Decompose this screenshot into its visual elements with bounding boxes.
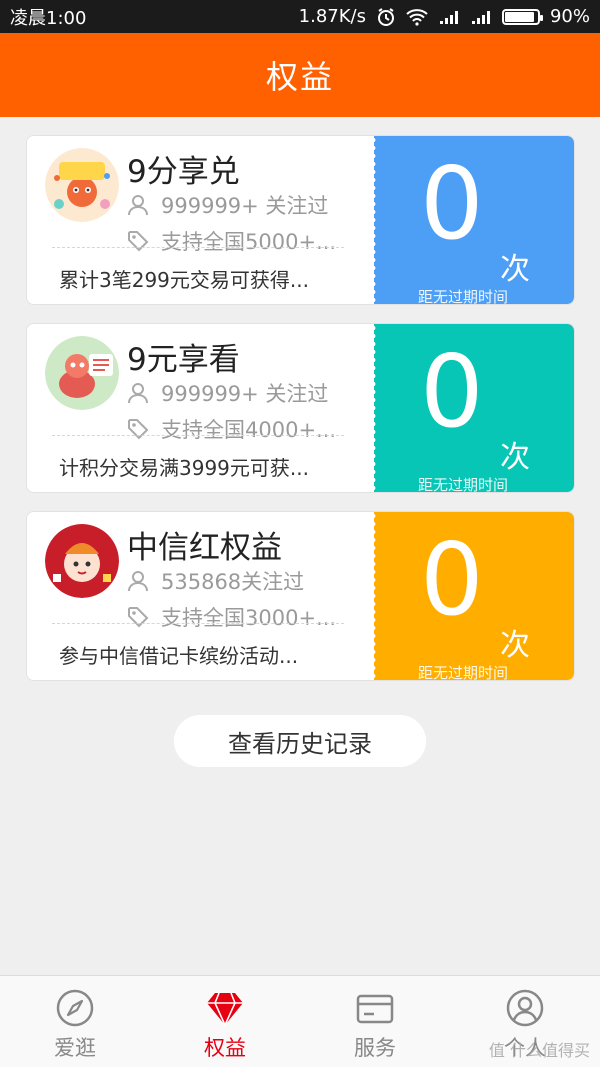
page-title: 权益 bbox=[265, 58, 334, 96]
alarm-icon bbox=[377, 7, 394, 26]
card-count: 0 bbox=[420, 521, 484, 638]
card-avatar bbox=[45, 336, 119, 410]
card-follow: 999999+ 关注过 bbox=[127, 378, 328, 408]
tab-label: 服务 bbox=[354, 1036, 396, 1060]
card-expire: 距无过期时间 bbox=[418, 288, 509, 305]
watermark: 值 什么值得买 bbox=[488, 1041, 590, 1060]
tab-browse[interactable]: 爱逛 bbox=[0, 976, 150, 1067]
card-desc: 计积分交易满3999元可获... bbox=[59, 456, 309, 480]
card-follow-text: 999999+ 关注过 bbox=[161, 382, 329, 406]
card-follow: 535868关注过 bbox=[127, 566, 304, 596]
card-info: 中信红权益 535868关注过 支持全国3000+... 参与中信借记卡缤纷活动… bbox=[27, 512, 374, 680]
card-divider bbox=[52, 435, 344, 436]
card-count-panel[interactable]: 0 次 距无过期时间 bbox=[373, 324, 574, 493]
card-expire: 距无过期时间 bbox=[418, 476, 509, 493]
card-follow: 999999+ 关注过 bbox=[127, 190, 328, 220]
wifi-icon bbox=[406, 8, 428, 26]
status-time: 凌晨1:00 bbox=[10, 7, 87, 29]
card-support-text: 支持全国3000+... bbox=[161, 606, 337, 630]
card-divider bbox=[52, 623, 344, 624]
signal-icon bbox=[439, 10, 458, 24]
person-icon bbox=[506, 989, 544, 1027]
card-count: 0 bbox=[420, 145, 484, 262]
tag-icon bbox=[128, 419, 149, 440]
card-unit: 次 bbox=[500, 440, 530, 475]
tag-icon bbox=[128, 607, 149, 628]
card-divider bbox=[52, 247, 344, 248]
card-support-text: 支持全国5000+... bbox=[161, 230, 337, 254]
card-unit: 次 bbox=[500, 628, 530, 663]
card-count-panel[interactable]: 0 次 距无过期时间 bbox=[373, 136, 574, 305]
card-desc: 累计3笔299元交易可获得... bbox=[59, 268, 309, 292]
signal-icon-2 bbox=[471, 10, 490, 24]
person-icon bbox=[128, 571, 148, 592]
card-follow-text: 999999+ 关注过 bbox=[161, 194, 329, 218]
card-support: 支持全国4000+... bbox=[127, 414, 336, 444]
view-history-button[interactable]: 查看历史记录 bbox=[174, 715, 426, 767]
tag-icon bbox=[128, 231, 149, 252]
person-icon bbox=[128, 383, 148, 404]
card-title: 中信红权益 bbox=[127, 530, 282, 566]
benefit-card-1[interactable]: 9分享兑 999999+ 关注过 支持全国5000+... 累计3笔299元交易… bbox=[26, 135, 575, 305]
compass-icon bbox=[56, 989, 94, 1027]
tab-services[interactable]: 服务 bbox=[300, 976, 450, 1067]
card-unit: 次 bbox=[500, 252, 530, 287]
card-support: 支持全国3000+... bbox=[127, 602, 336, 632]
card-avatar bbox=[45, 524, 119, 598]
status-bar: 凌晨1:00 1.87K/s 90% bbox=[0, 0, 600, 33]
benefit-card-2[interactable]: 9元享看 999999+ 关注过 支持全国4000+... 计积分交易满3999… bbox=[26, 323, 575, 493]
card-support-text: 支持全国4000+... bbox=[161, 418, 337, 442]
card-info: 9分享兑 999999+ 关注过 支持全国5000+... 累计3笔299元交易… bbox=[27, 136, 374, 304]
tab-label: 权益 bbox=[204, 1036, 246, 1060]
tab-label: 爱逛 bbox=[54, 1036, 96, 1060]
card-count: 0 bbox=[420, 333, 484, 450]
card-info: 9元享看 999999+ 关注过 支持全国4000+... 计积分交易满3999… bbox=[27, 324, 374, 492]
card-avatar bbox=[45, 148, 119, 222]
card-count-panel[interactable]: 0 次 距无过期时间 bbox=[373, 512, 574, 681]
card-icon bbox=[356, 994, 394, 1024]
network-speed: 1.87K/s bbox=[298, 6, 366, 27]
battery-percent: 90% bbox=[549, 6, 590, 27]
benefit-card-3[interactable]: 中信红权益 535868关注过 支持全国3000+... 参与中信借记卡缤纷活动… bbox=[26, 511, 575, 681]
card-support: 支持全国5000+... bbox=[127, 226, 336, 256]
battery-icon bbox=[501, 8, 543, 25]
card-title: 9元享看 bbox=[127, 342, 240, 378]
diamond-icon bbox=[207, 992, 243, 1026]
page-header: 权益 bbox=[0, 33, 600, 117]
card-follow-text: 535868关注过 bbox=[161, 570, 305, 594]
person-icon bbox=[128, 195, 148, 216]
card-desc: 参与中信借记卡缤纷活动... bbox=[59, 644, 299, 668]
card-title: 9分享兑 bbox=[127, 154, 240, 190]
tab-benefits[interactable]: 权益 bbox=[150, 976, 300, 1067]
card-expire: 距无过期时间 bbox=[418, 664, 509, 681]
